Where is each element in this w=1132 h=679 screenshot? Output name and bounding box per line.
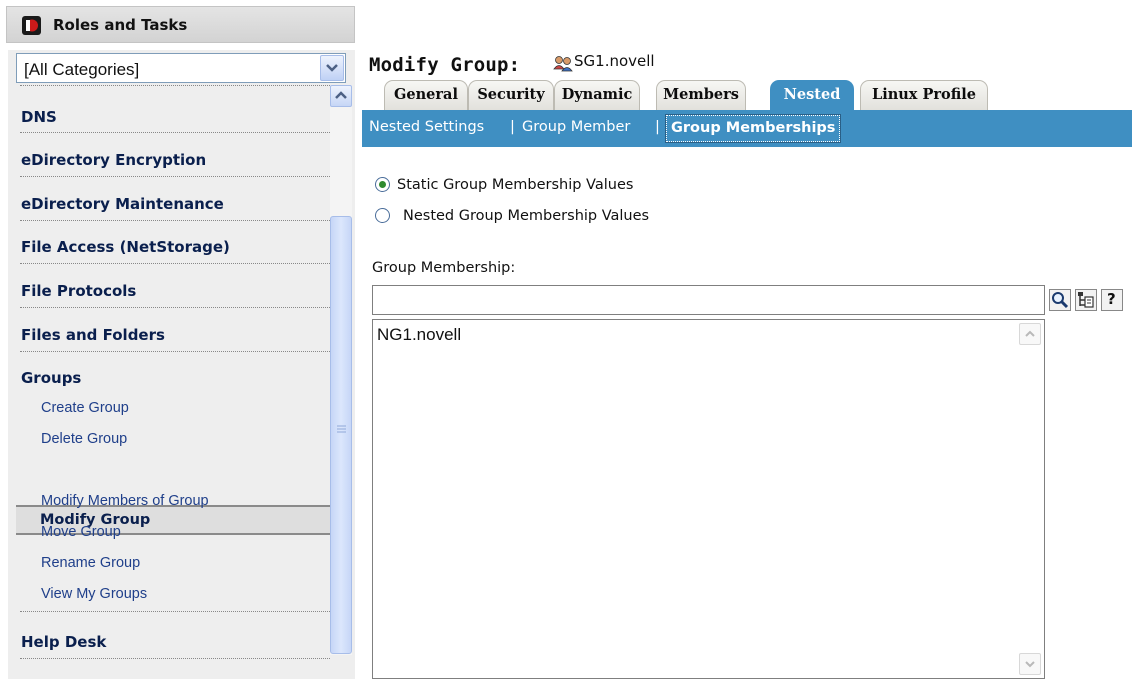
group-membership-input[interactable]: [372, 285, 1045, 315]
tab-security[interactable]: Security: [468, 80, 554, 110]
help-icon[interactable]: ?: [1101, 289, 1123, 311]
radio-static-membership[interactable]: [375, 177, 390, 192]
radio-static-membership-label: Static Group Membership Values: [397, 177, 634, 193]
divider: [20, 611, 330, 612]
list-scrollbar[interactable]: [1019, 323, 1041, 675]
scroll-up-icon[interactable]: [1019, 323, 1041, 345]
subtab-separator: |: [655, 119, 660, 135]
category-dns[interactable]: DNS: [21, 108, 57, 126]
tab-bar: General Security Dynamic Members Nested …: [370, 80, 1132, 110]
subtab-separator: |: [510, 119, 515, 135]
tab-linux-profile[interactable]: Linux Profile: [860, 80, 988, 110]
sidebar-title: Roles and Tasks: [53, 16, 188, 34]
divider: [20, 176, 330, 177]
search-icon[interactable]: [1049, 289, 1071, 311]
tab-nested[interactable]: Nested: [770, 80, 854, 110]
divider: [20, 307, 330, 308]
category-file-protocols[interactable]: File Protocols: [21, 282, 136, 300]
divider: [20, 85, 330, 86]
divider: [20, 220, 330, 221]
help-button-label: ?: [1107, 290, 1116, 308]
task-create-group[interactable]: Create Group: [41, 400, 129, 416]
task-delete-group[interactable]: Delete Group: [41, 431, 127, 447]
category-select[interactable]: [All Categories]: [16, 53, 346, 83]
task-modify-members-of-group[interactable]: Modify Members of Group: [41, 493, 209, 509]
group-icon: [553, 56, 573, 72]
category-help-desk[interactable]: Help Desk: [21, 633, 106, 651]
category-files-and-folders[interactable]: Files and Folders: [21, 326, 165, 344]
group-membership-label: Group Membership:: [372, 260, 516, 276]
divider: [20, 263, 330, 264]
sidebar: Roles and Tasks [All Categories] DNS eDi…: [0, 0, 355, 679]
radio-nested-membership[interactable]: [375, 208, 390, 223]
task-move-group[interactable]: Move Group: [41, 524, 121, 540]
subtab-group-memberships[interactable]: Group Memberships: [664, 114, 842, 143]
scroll-down-icon[interactable]: [1019, 653, 1041, 675]
category-select-value: [All Categories]: [24, 60, 140, 79]
group-membership-list[interactable]: NG1.novell: [372, 319, 1045, 679]
task-rename-group[interactable]: Rename Group: [41, 555, 140, 571]
select-arrow-icon[interactable]: [320, 55, 344, 81]
subtab-group-member[interactable]: Group Member: [522, 119, 630, 135]
divider: [20, 351, 330, 352]
novell-logo-icon: [22, 16, 41, 35]
scroll-up-icon[interactable]: [330, 85, 352, 107]
tab-general[interactable]: General: [384, 80, 468, 110]
sidebar-header: Roles and Tasks: [6, 6, 355, 43]
scrollbar-thumb[interactable]: [330, 216, 352, 654]
category-file-access[interactable]: File Access (NetStorage): [21, 238, 230, 256]
divider: [20, 658, 330, 659]
scrollbar-grip-icon: [337, 425, 346, 433]
list-item[interactable]: NG1.novell: [377, 325, 461, 345]
tab-members[interactable]: Members: [656, 80, 746, 110]
page-title: Modify Group:: [369, 54, 521, 76]
sidebar-scrollbar[interactable]: [330, 85, 352, 655]
radio-nested-membership-label: Nested Group Membership Values: [403, 208, 650, 224]
tab-dynamic[interactable]: Dynamic: [554, 80, 640, 110]
subtab-bar: Nested Settings | Group Member | Group M…: [362, 110, 1132, 147]
radio-selected-dot: [379, 181, 386, 188]
task-view-my-groups[interactable]: View My Groups: [41, 586, 147, 602]
category-edirectory-maintenance[interactable]: eDirectory Maintenance: [21, 195, 224, 213]
subtab-nested-settings[interactable]: Nested Settings: [369, 119, 484, 135]
category-groups[interactable]: Groups: [21, 369, 81, 387]
sidebar-content: [All Categories] DNS eDirectory Encrypti…: [8, 50, 355, 679]
object-name: SG1.novell: [574, 52, 655, 70]
divider: [20, 132, 330, 133]
category-edirectory-encryption[interactable]: eDirectory Encryption: [21, 151, 206, 169]
browse-tree-icon[interactable]: [1075, 289, 1097, 311]
